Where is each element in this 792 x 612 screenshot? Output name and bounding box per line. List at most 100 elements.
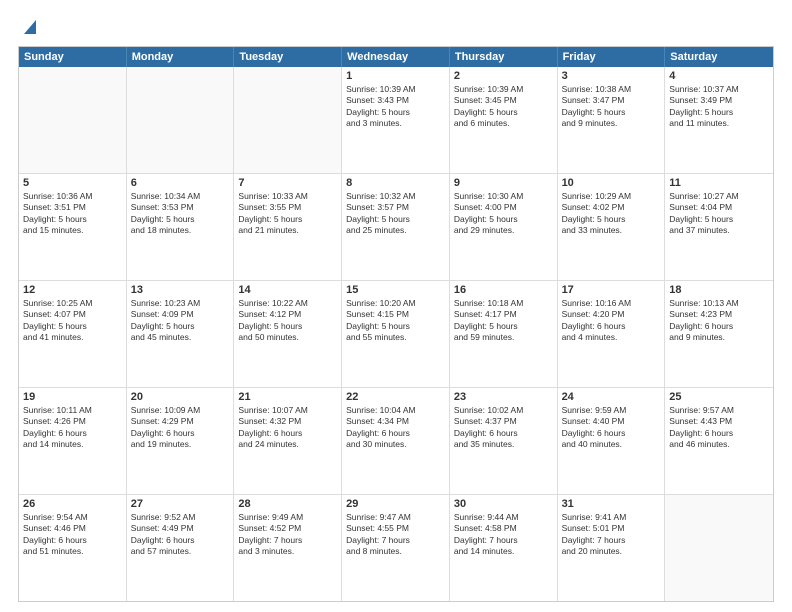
calendar-cell: 25 Sunrise: 9:57 AM Sunset: 4:43 PM Dayli… [665, 388, 773, 494]
day-number: 8 [346, 177, 445, 189]
day-number: 16 [454, 284, 553, 296]
cell-text: Sunrise: 10:30 AM Sunset: 4:00 PM Daylig… [454, 191, 553, 237]
calendar-cell: 14Sunrise: 10:22 AM Sunset: 4:12 PM Dayl… [234, 281, 342, 387]
cell-text: Sunrise: 10:27 AM Sunset: 4:04 PM Daylig… [669, 191, 769, 237]
calendar-cell: 20 Sunrise: 10:09 AM Sunset: 4:29 PM Dayl… [127, 388, 235, 494]
calendar-cell: 22 Sunrise: 10:04 AM Sunset: 4:34 PM Dayl… [342, 388, 450, 494]
calendar-cell: 31 Sunrise: 9:41 AM Sunset: 5:01 PM Dayli… [558, 495, 666, 601]
cell-text: Sunrise: 10:29 AM Sunset: 4:02 PM Daylig… [562, 191, 661, 237]
calendar-row: 26 Sunrise: 9:54 AM Sunset: 4:46 PM Dayli… [19, 495, 773, 601]
calendar-row: 5 Sunrise: 10:36 AM Sunset: 3:51 PM Dayli… [19, 174, 773, 281]
calendar-cell: 4 Sunrise: 10:37 AM Sunset: 3:49 PM Dayli… [665, 67, 773, 173]
day-number: 22 [346, 391, 445, 403]
day-number: 15 [346, 284, 445, 296]
header [18, 18, 774, 36]
cell-text: Sunrise: 10:11 AM Sunset: 4:26 PM Daylig… [23, 405, 122, 451]
cell-text: Sunrise: 9:49 AM Sunset: 4:52 PM Dayligh… [238, 512, 337, 558]
cell-text: Sunrise: 10:02 AM Sunset: 4:37 PM Daylig… [454, 405, 553, 451]
calendar-body: 1 Sunrise: 10:39 AM Sunset: 3:43 PM Dayli… [19, 67, 773, 601]
calendar-cell: 2 Sunrise: 10:39 AM Sunset: 3:45 PM Dayli… [450, 67, 558, 173]
cell-text: Sunrise: 9:52 AM Sunset: 4:49 PM Dayligh… [131, 512, 230, 558]
weekday-header: Sunday [19, 47, 127, 67]
logo-icon [20, 18, 38, 36]
calendar-cell: 10 Sunrise: 10:29 AM Sunset: 4:02 PM Dayl… [558, 174, 666, 280]
calendar: SundayMondayTuesdayWednesdayThursdayFrid… [18, 46, 774, 602]
day-number: 10 [562, 177, 661, 189]
calendar-cell: 12 Sunrise: 10:25 AM Sunset: 4:07 PM Dayl… [19, 281, 127, 387]
cell-text: Sunrise: 10:25 AM Sunset: 4:07 PM Daylig… [23, 298, 122, 344]
calendar-cell: 9 Sunrise: 10:30 AM Sunset: 4:00 PM Dayli… [450, 174, 558, 280]
day-number: 31 [562, 498, 661, 510]
cell-text: Sunrise: 9:44 AM Sunset: 4:58 PM Dayligh… [454, 512, 553, 558]
cell-text: Sunrise: 9:59 AM Sunset: 4:40 PM Dayligh… [562, 405, 661, 451]
calendar-cell: 28 Sunrise: 9:49 AM Sunset: 4:52 PM Dayli… [234, 495, 342, 601]
cell-text: Sunrise: 10:18 AM Sunset: 4:17 PM Daylig… [454, 298, 553, 344]
cell-text: Sunrise: 10:22 AM Sunset: 4:12 PM Daylig… [238, 298, 337, 344]
calendar-cell: 5 Sunrise: 10:36 AM Sunset: 3:51 PM Dayli… [19, 174, 127, 280]
day-number: 1 [346, 70, 445, 82]
day-number: 19 [23, 391, 122, 403]
day-number: 24 [562, 391, 661, 403]
day-number: 7 [238, 177, 337, 189]
calendar-cell: 18Sunrise: 10:13 AM Sunset: 4:23 PM Dayl… [665, 281, 773, 387]
cell-text: Sunrise: 10:32 AM Sunset: 3:57 PM Daylig… [346, 191, 445, 237]
day-number: 13 [131, 284, 230, 296]
day-number: 27 [131, 498, 230, 510]
day-number: 29 [346, 498, 445, 510]
cell-text: Sunrise: 10:23 AM Sunset: 4:09 PM Daylig… [131, 298, 230, 344]
cell-text: Sunrise: 10:09 AM Sunset: 4:29 PM Daylig… [131, 405, 230, 451]
day-number: 17 [562, 284, 661, 296]
cell-text: Sunrise: 9:54 AM Sunset: 4:46 PM Dayligh… [23, 512, 122, 558]
cell-text: Sunrise: 10:38 AM Sunset: 3:47 PM Daylig… [562, 84, 661, 130]
logo [18, 18, 38, 36]
day-number: 21 [238, 391, 337, 403]
day-number: 4 [669, 70, 769, 82]
cell-text: Sunrise: 10:16 AM Sunset: 4:20 PM Daylig… [562, 298, 661, 344]
calendar-cell [234, 67, 342, 173]
calendar-cell: 7 Sunrise: 10:33 AM Sunset: 3:55 PM Dayli… [234, 174, 342, 280]
cell-text: Sunrise: 10:36 AM Sunset: 3:51 PM Daylig… [23, 191, 122, 237]
calendar-cell [127, 67, 235, 173]
day-number: 25 [669, 391, 769, 403]
calendar-cell: 21 Sunrise: 10:07 AM Sunset: 4:32 PM Dayl… [234, 388, 342, 494]
weekday-header: Monday [127, 47, 235, 67]
cell-text: Sunrise: 10:33 AM Sunset: 3:55 PM Daylig… [238, 191, 337, 237]
calendar-cell [19, 67, 127, 173]
day-number: 28 [238, 498, 337, 510]
cell-text: Sunrise: 10:34 AM Sunset: 3:53 PM Daylig… [131, 191, 230, 237]
weekday-header: Friday [558, 47, 666, 67]
day-number: 20 [131, 391, 230, 403]
day-number: 12 [23, 284, 122, 296]
day-number: 5 [23, 177, 122, 189]
cell-text: Sunrise: 9:47 AM Sunset: 4:55 PM Dayligh… [346, 512, 445, 558]
day-number: 3 [562, 70, 661, 82]
calendar-cell: 24 Sunrise: 9:59 AM Sunset: 4:40 PM Dayli… [558, 388, 666, 494]
day-number: 26 [23, 498, 122, 510]
cell-text: Sunrise: 10:39 AM Sunset: 3:43 PM Daylig… [346, 84, 445, 130]
cell-text: Sunrise: 9:41 AM Sunset: 5:01 PM Dayligh… [562, 512, 661, 558]
calendar-cell: 8 Sunrise: 10:32 AM Sunset: 3:57 PM Dayli… [342, 174, 450, 280]
cell-text: Sunrise: 9:57 AM Sunset: 4:43 PM Dayligh… [669, 405, 769, 451]
calendar-row: 1 Sunrise: 10:39 AM Sunset: 3:43 PM Dayli… [19, 67, 773, 174]
cell-text: Sunrise: 10:39 AM Sunset: 3:45 PM Daylig… [454, 84, 553, 130]
calendar-cell: 27 Sunrise: 9:52 AM Sunset: 4:49 PM Dayli… [127, 495, 235, 601]
calendar-cell: 30Sunrise: 9:44 AM Sunset: 4:58 PM Dayli… [450, 495, 558, 601]
day-number: 2 [454, 70, 553, 82]
cell-text: Sunrise: 10:04 AM Sunset: 4:34 PM Daylig… [346, 405, 445, 451]
calendar-row: 12 Sunrise: 10:25 AM Sunset: 4:07 PM Dayl… [19, 281, 773, 388]
calendar-cell: 23 Sunrise: 10:02 AM Sunset: 4:37 PM Dayl… [450, 388, 558, 494]
calendar-header: SundayMondayTuesdayWednesdayThursdayFrid… [19, 47, 773, 67]
cell-text: Sunrise: 10:20 AM Sunset: 4:15 PM Daylig… [346, 298, 445, 344]
weekday-header: Tuesday [234, 47, 342, 67]
calendar-row: 19 Sunrise: 10:11 AM Sunset: 4:26 PM Dayl… [19, 388, 773, 495]
calendar-cell: 26 Sunrise: 9:54 AM Sunset: 4:46 PM Dayli… [19, 495, 127, 601]
calendar-cell: 1 Sunrise: 10:39 AM Sunset: 3:43 PM Dayli… [342, 67, 450, 173]
cell-text: Sunrise: 10:37 AM Sunset: 3:49 PM Daylig… [669, 84, 769, 130]
cell-text: Sunrise: 10:07 AM Sunset: 4:32 PM Daylig… [238, 405, 337, 451]
page: SundayMondayTuesdayWednesdayThursdayFrid… [0, 0, 792, 612]
day-number: 9 [454, 177, 553, 189]
day-number: 23 [454, 391, 553, 403]
day-number: 18 [669, 284, 769, 296]
calendar-cell: 19 Sunrise: 10:11 AM Sunset: 4:26 PM Dayl… [19, 388, 127, 494]
weekday-header: Wednesday [342, 47, 450, 67]
